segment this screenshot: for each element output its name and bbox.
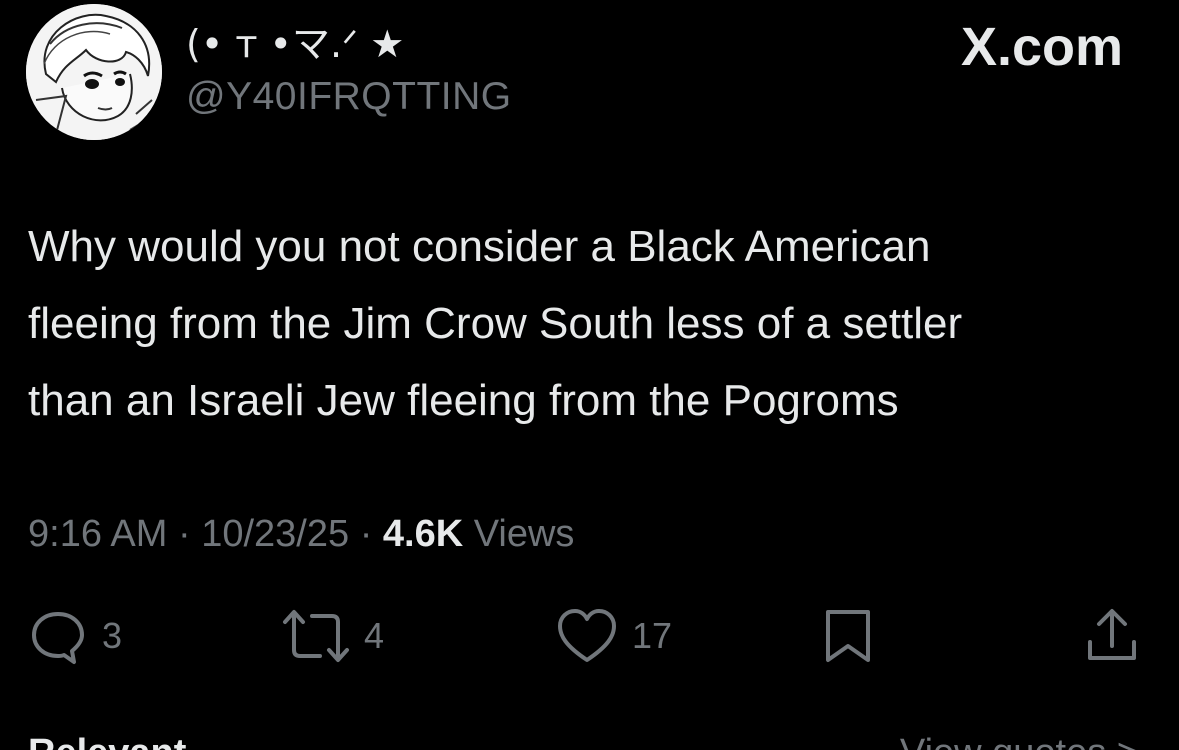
bottom-strip: Relevant View quotes > [0, 734, 1179, 750]
share-icon [1088, 609, 1136, 660]
tweet-text: Why would you not consider a Black Ameri… [28, 208, 1148, 439]
tweet-time[interactable]: 9:16 AM [28, 513, 167, 555]
meta-separator: · [177, 513, 191, 555]
bookmark-icon [826, 610, 870, 662]
meta-separator: · [359, 513, 373, 555]
like-button[interactable]: 17 [556, 606, 672, 666]
author-handle[interactable]: @Y40IFRQTTING [186, 74, 512, 120]
views-count: 4.6K [382, 513, 464, 555]
bookmark-button[interactable] [820, 606, 876, 666]
avatar-image [26, 4, 162, 140]
repost-icon [283, 610, 349, 662]
brand-logo-text: X.com [960, 17, 1123, 77]
reply-button[interactable]: 3 [28, 606, 122, 666]
repost-button[interactable]: 4 [282, 606, 384, 666]
author-display-name[interactable]: (• ᴛ •マ.ᐟ ★ [186, 22, 404, 66]
reply-count: 3 [102, 615, 123, 656]
repost-count: 4 [364, 615, 385, 656]
views-label: Views [473, 513, 575, 555]
tweet-text-line: fleeing from the Jim Crow South less of … [28, 299, 963, 348]
share-button[interactable] [1082, 606, 1142, 666]
tweet-text-line: Why would you not consider a Black Ameri… [28, 222, 931, 271]
relevant-sort-label[interactable]: Relevant [28, 734, 186, 750]
avatar[interactable] [26, 4, 162, 140]
like-count: 17 [632, 615, 673, 656]
view-quotes-link[interactable]: View quotes > [900, 734, 1139, 750]
action-bar: 3 4 17 [0, 606, 1179, 666]
tweet-date[interactable]: 10/23/25 [201, 513, 349, 555]
heart-icon [558, 609, 616, 662]
tweet-text-line: than an Israeli Jew fleeing from the Pog… [28, 376, 899, 425]
reply-icon [32, 612, 84, 664]
tweet-meta: 9:16 AM · 10/23/25 · 4.6K Views [28, 510, 574, 558]
